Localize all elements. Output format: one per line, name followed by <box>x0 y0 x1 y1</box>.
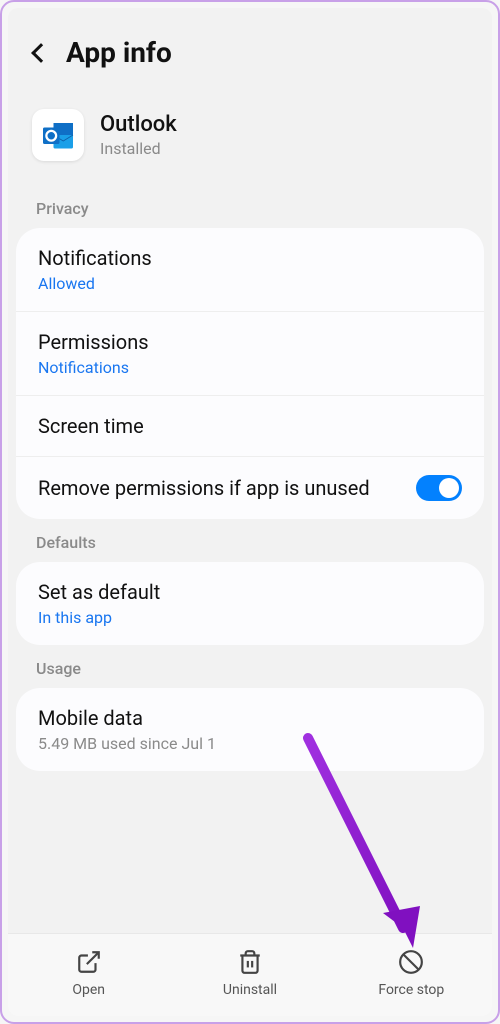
set-as-default-title: Set as default <box>38 580 462 604</box>
open-label: Open <box>72 982 105 998</box>
app-status: Installed <box>100 139 177 158</box>
defaults-card: Set as default In this app <box>16 562 484 645</box>
uninstall-label: Uninstall <box>223 982 277 998</box>
notifications-sub: Allowed <box>38 274 462 293</box>
screen-time-row[interactable]: Screen time <box>16 396 484 457</box>
permissions-title: Permissions <box>38 330 462 354</box>
permissions-sub: Notifications <box>38 358 462 377</box>
mobile-data-row[interactable]: Mobile data 5.49 MB used since Jul 1 <box>16 688 484 771</box>
remove-permissions-row[interactable]: Remove permissions if app is unused <box>16 457 484 519</box>
mobile-data-title: Mobile data <box>38 706 462 730</box>
uninstall-button[interactable]: Uninstall <box>169 948 330 998</box>
mobile-data-sub: 5.49 MB used since Jul 1 <box>38 734 462 753</box>
page-title: App info <box>66 36 172 69</box>
outlook-icon <box>40 117 76 153</box>
force-stop-button[interactable]: Force stop <box>331 948 492 998</box>
open-button[interactable]: Open <box>8 948 169 998</box>
notifications-title: Notifications <box>38 246 462 270</box>
trash-icon <box>236 948 264 976</box>
app-icon <box>32 109 84 161</box>
app-header: Outlook Installed <box>8 89 492 185</box>
force-stop-label: Force stop <box>378 982 444 998</box>
privacy-card: Notifications Allowed Permissions Notifi… <box>16 228 484 519</box>
section-usage-label: Usage <box>8 645 492 688</box>
notifications-row[interactable]: Notifications Allowed <box>16 228 484 312</box>
set-as-default-sub: In this app <box>38 608 462 627</box>
prohibit-icon <box>397 948 425 976</box>
section-privacy-label: Privacy <box>8 185 492 228</box>
open-icon <box>75 948 103 976</box>
section-defaults-label: Defaults <box>8 519 492 562</box>
bottom-bar: Open Uninstall Force stop <box>8 933 492 1016</box>
remove-permissions-toggle[interactable] <box>416 475 462 501</box>
app-name: Outlook <box>100 112 177 137</box>
screen-time-title: Screen time <box>38 414 462 438</box>
remove-permissions-title: Remove permissions if app is unused <box>38 476 416 500</box>
back-icon[interactable] <box>31 43 51 63</box>
usage-card: Mobile data 5.49 MB used since Jul 1 <box>16 688 484 771</box>
set-as-default-row[interactable]: Set as default In this app <box>16 562 484 645</box>
permissions-row[interactable]: Permissions Notifications <box>16 312 484 396</box>
